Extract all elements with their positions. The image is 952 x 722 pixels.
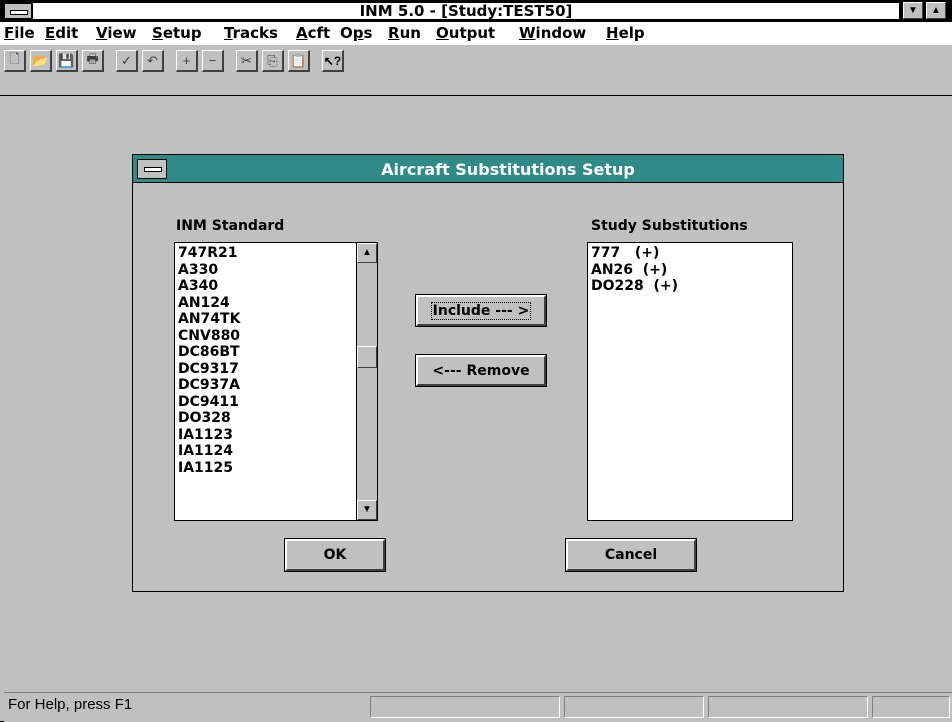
cut-icon[interactable]: ✂	[236, 50, 258, 72]
cancel-button[interactable]: Cancel	[565, 538, 697, 572]
inm-standard-item[interactable]: IA1124	[175, 443, 377, 460]
inm-standard-item[interactable]: 747R21	[175, 245, 377, 262]
print-icon[interactable]: 🖶	[82, 50, 104, 72]
system-menu-icon[interactable]	[4, 3, 32, 19]
study-substitution-item[interactable]: DO228 (+)	[588, 278, 792, 295]
plus-icon[interactable]: +	[176, 50, 198, 72]
menu-run[interactable]: Run	[388, 24, 421, 42]
context-help-icon[interactable]: ↖?	[322, 50, 344, 72]
inm-standard-list[interactable]: 747R21 A330 A340 AN124 AN74TK CNV880 DC86BT DC9…	[174, 242, 378, 521]
include-button-label: Include --- >	[430, 301, 532, 320]
dialog-system-menu-icon[interactable]	[137, 159, 167, 179]
minimize-icon[interactable]: ▼	[903, 2, 923, 19]
inm-application-window: INM 5.0 - [Study:TEST50] ▼ ▲ File Edit Vie…	[0, 0, 952, 722]
inm-standard-item[interactable]: CNV880	[175, 328, 377, 345]
menu-view[interactable]: View	[96, 24, 137, 42]
inm-standard-item[interactable]: AN74TK	[175, 311, 377, 328]
ok-button-label: OK	[323, 547, 347, 563]
inm-standard-item[interactable]: DO328	[175, 410, 377, 427]
menu-ops[interactable]: Ops	[340, 24, 372, 42]
inm-standard-item[interactable]: DC86BT	[175, 344, 377, 361]
minus-icon[interactable]: −	[202, 50, 224, 72]
inm-standard-item[interactable]: A330	[175, 262, 377, 279]
menu-setup[interactable]: Setup	[152, 24, 202, 42]
maximize-icon[interactable]: ▲	[926, 2, 946, 19]
inm-standard-scrollbar[interactable]: ▲ ▼	[356, 243, 377, 520]
remove-button-label: <--- Remove	[432, 362, 530, 379]
dialog-title: Aircraft Substitutions Setup	[381, 160, 635, 179]
new-file-icon[interactable]: 🗋	[4, 50, 26, 72]
menu-edit[interactable]: Edit	[45, 24, 78, 42]
study-substitutions-label: Study Substitutions	[591, 218, 748, 234]
status-pane	[872, 696, 950, 718]
title-bar: INM 5.0 - [Study:TEST50] ▼ ▲	[0, 0, 952, 22]
status-pane	[370, 696, 560, 718]
study-substitution-item[interactable]: AN26 (+)	[588, 262, 792, 279]
status-text: For Help, press F1	[8, 696, 133, 713]
undo-icon[interactable]: ↶	[142, 50, 164, 72]
open-folder-icon[interactable]: 📂	[30, 50, 52, 72]
scroll-down-icon[interactable]: ▼	[357, 500, 377, 520]
paste-icon[interactable]: 📋	[288, 50, 310, 72]
study-substitutions-list[interactable]: 777 (+) AN26 (+) DO228 (+)	[587, 242, 793, 521]
copy-icon[interactable]: ⎘	[262, 50, 284, 72]
include-button[interactable]: Include --- >	[415, 294, 547, 327]
inm-standard-item[interactable]: IA1125	[175, 460, 377, 477]
cancel-button-label: Cancel	[604, 547, 658, 563]
inm-standard-label: INM Standard	[176, 218, 285, 234]
inm-standard-item[interactable]: DC937A	[175, 377, 377, 394]
study-substitution-item[interactable]: 777 (+)	[588, 245, 792, 262]
aircraft-substitutions-dialog: Aircraft Substitutions Setup INM Standar…	[132, 154, 844, 592]
status-pane	[708, 696, 868, 718]
menu-help[interactable]: Help	[606, 24, 645, 42]
ok-button[interactable]: OK	[284, 538, 386, 572]
window-title: INM 5.0 - [Study:TEST50]	[33, 3, 899, 19]
inm-standard-item[interactable]: A340	[175, 278, 377, 295]
status-pane	[564, 696, 704, 718]
inm-standard-item[interactable]: AN124	[175, 295, 377, 312]
save-disk-icon[interactable]: 💾	[56, 50, 78, 72]
scroll-thumb[interactable]	[357, 346, 377, 368]
menu-file[interactable]: File	[4, 24, 35, 42]
dialog-title-bar: Aircraft Substitutions Setup	[133, 155, 843, 183]
remove-button[interactable]: <--- Remove	[415, 354, 547, 387]
status-bar: For Help, press F1	[4, 692, 952, 722]
scroll-up-icon[interactable]: ▲	[357, 243, 377, 263]
menu-output[interactable]: Output	[436, 24, 495, 42]
menu-window[interactable]: Window	[519, 24, 586, 42]
inm-standard-item[interactable]: IA1123	[175, 427, 377, 444]
check-icon[interactable]: ✓	[116, 50, 138, 72]
menu-acft[interactable]: Acft	[296, 24, 330, 42]
inm-standard-item[interactable]: DC9411	[175, 394, 377, 411]
inm-standard-item[interactable]: DC9317	[175, 361, 377, 378]
menu-tracks[interactable]: Tracks	[224, 24, 278, 42]
menu-bar: File Edit View Setup Tracks Acft Ops Run Output W…	[0, 22, 952, 46]
